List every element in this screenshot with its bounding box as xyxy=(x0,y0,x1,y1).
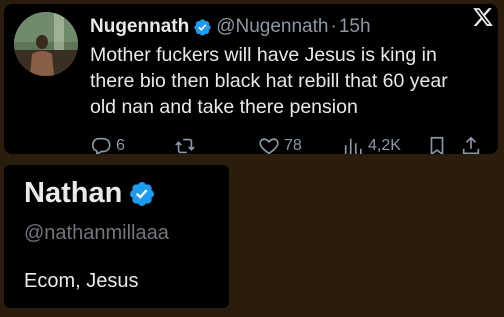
tweet-text: Mother fuckers will have Jesus is king i… xyxy=(90,42,492,120)
profile-name-row: Nathan xyxy=(24,177,156,210)
author-avatar[interactable] xyxy=(14,12,78,76)
reply-count: 6 xyxy=(116,137,125,154)
views-count: 4,2K xyxy=(368,137,401,154)
repost-button[interactable] xyxy=(174,134,200,154)
reply-icon xyxy=(91,137,111,154)
x-logo-icon xyxy=(473,8,493,26)
heart-icon xyxy=(259,138,279,154)
profile-bio: Ecom, Jesus xyxy=(24,270,139,292)
author-handle[interactable]: @Nugennath xyxy=(216,16,328,38)
tweet-header: Nugennath @Nugennath · 15h xyxy=(90,14,488,40)
reply-button[interactable]: 6 xyxy=(90,134,125,154)
tweet-text-line: old nan and take there pension xyxy=(90,96,358,118)
repost-icon xyxy=(175,138,195,154)
tweet-text-line: there bio then black hat rebill that 60 … xyxy=(90,70,448,92)
verified-badge-icon xyxy=(194,18,211,36)
author-name[interactable]: Nugennath xyxy=(90,16,189,38)
bookmark-icon xyxy=(430,136,444,154)
tweet-text-line: Mother fuckers will have Jesus is king i… xyxy=(90,44,437,66)
profile-name[interactable]: Nathan xyxy=(24,177,122,210)
bookmark-button[interactable] xyxy=(426,134,448,154)
tweet-actions: 6 78 4,2K xyxy=(90,134,494,154)
like-count: 78 xyxy=(284,137,302,154)
share-icon xyxy=(462,136,480,154)
verified-badge-icon xyxy=(130,181,155,206)
tweet-timestamp[interactable]: 15h xyxy=(339,16,371,38)
header-separator: · xyxy=(330,16,337,37)
tweet-card[interactable]: Nugennath @Nugennath · 15h Mother fucker… xyxy=(4,4,498,154)
profile-card: Nathan @nathanmillaaa Ecom, Jesus xyxy=(4,165,229,308)
screenshot-canvas: Nugennath @Nugennath · 15h Mother fucker… xyxy=(0,0,504,317)
views-button[interactable]: 4,2K xyxy=(342,134,401,154)
views-icon xyxy=(344,138,362,154)
profile-handle[interactable]: @nathanmillaaa xyxy=(24,222,169,245)
share-button[interactable] xyxy=(460,134,482,154)
like-button[interactable]: 78 xyxy=(258,134,302,154)
